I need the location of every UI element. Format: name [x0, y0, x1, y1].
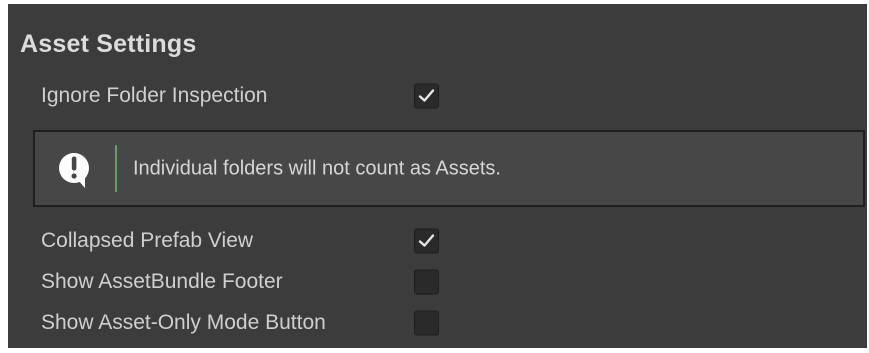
info-helpbox: Individual folders will not count as Ass… — [33, 130, 865, 207]
setting-row-ignore-folder-inspection: Ignore Folder Inspection — [41, 79, 461, 113]
helpbox-message: Individual folders will not count as Ass… — [133, 157, 501, 179]
checkmark-icon — [418, 89, 435, 102]
setting-label: Ignore Folder Inspection — [41, 84, 268, 107]
setting-row-show-asset-only-mode-button: Show Asset-Only Mode Button — [41, 306, 461, 340]
setting-row-show-assetbundle-footer: Show AssetBundle Footer — [41, 265, 461, 299]
section-title: Asset Settings — [20, 30, 197, 58]
asset-settings-panel: Asset Settings Ignore Folder Inspection … — [8, 4, 867, 348]
setting-label: Show Asset-Only Mode Button — [41, 311, 326, 334]
show-asset-only-mode-button-checkbox[interactable] — [414, 310, 439, 336]
collapsed-prefab-view-checkbox[interactable] — [414, 228, 439, 254]
setting-label: Collapsed Prefab View — [41, 229, 254, 252]
helpbox-divider — [115, 145, 117, 192]
checkmark-icon — [418, 234, 435, 247]
ignore-folder-inspection-checkbox[interactable] — [414, 83, 439, 109]
setting-label: Show AssetBundle Footer — [41, 270, 283, 293]
show-assetbundle-footer-checkbox[interactable] — [414, 269, 439, 295]
setting-row-collapsed-prefab-view: Collapsed Prefab View — [41, 224, 461, 258]
info-exclamation-icon — [59, 153, 89, 188]
